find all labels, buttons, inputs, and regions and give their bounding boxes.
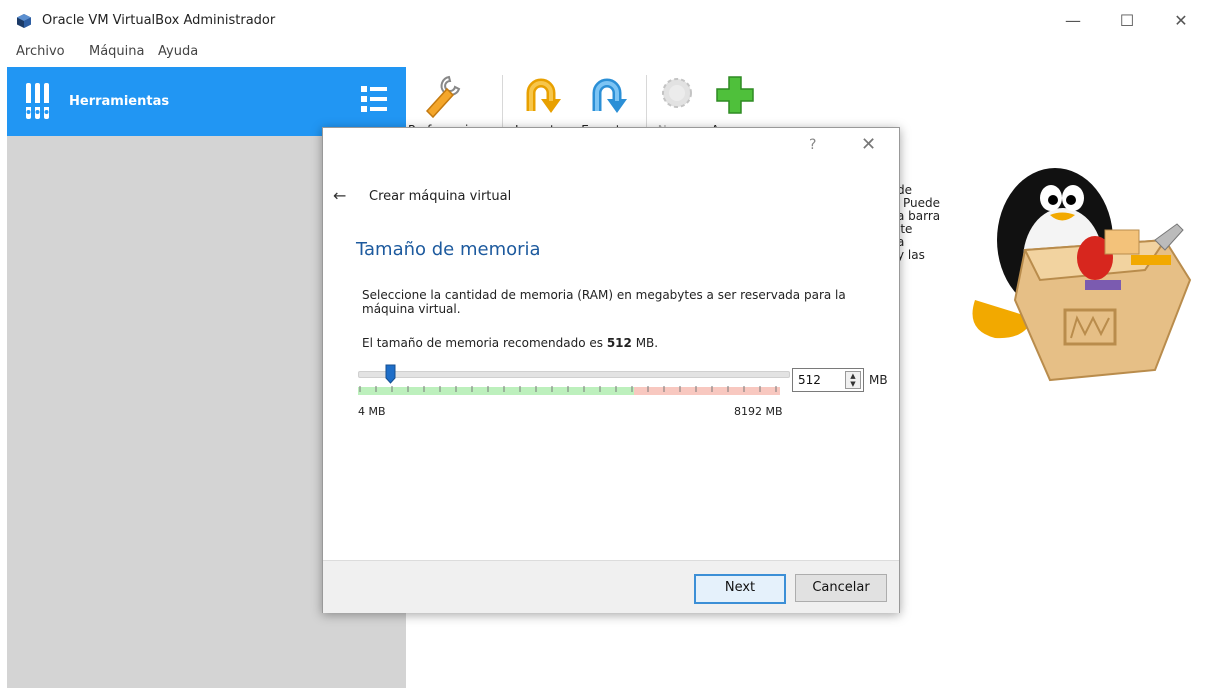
dialog-header: Crear máquina virtual — [369, 189, 512, 204]
memory-unit-label: MB — [869, 373, 888, 387]
import-button[interactable]: Importar — [506, 71, 576, 137]
recommended-prefix: El tamaño de memoria recomendado es — [362, 336, 607, 350]
slider-min-label: 4 MB — [358, 405, 386, 418]
slider-track[interactable] — [358, 371, 790, 378]
maximize-button[interactable]: ☐ — [1104, 6, 1150, 36]
menu-ayuda[interactable]: Ayuda — [158, 44, 198, 59]
import-icon — [526, 78, 561, 113]
spin-arrows[interactable]: ▲ ▼ — [845, 371, 861, 389]
close-window-button[interactable]: ✕ — [1158, 6, 1204, 36]
toolbar: Preferencias Importar Exportar Nueva Agr… — [406, 67, 906, 137]
page-title: Tamaño de memoria — [356, 239, 541, 260]
next-button[interactable]: Next — [694, 574, 786, 604]
welcome-text-line: y las — [897, 248, 925, 262]
minimize-button[interactable]: — — [1050, 6, 1096, 36]
title-bar: Oracle VM VirtualBox Administrador — ☐ ✕ — [0, 0, 1209, 42]
wrench-icon — [425, 75, 461, 119]
slider-handle[interactable] — [385, 364, 396, 384]
recommended-value: 512 — [606, 336, 632, 350]
dialog-footer: Next Cancelar — [323, 560, 899, 613]
back-arrow-icon[interactable]: ← — [333, 186, 346, 205]
description-text: Seleccione la cantidad de memoria (RAM) … — [362, 288, 846, 316]
add-plus-icon — [716, 76, 754, 114]
slider-ticks — [359, 386, 777, 392]
export-button[interactable]: Exportar — [572, 71, 642, 137]
dialog-close-button[interactable]: ✕ — [861, 134, 876, 155]
export-icon — [592, 78, 627, 113]
tools-label: Herramientas — [69, 94, 170, 109]
tools-icon — [26, 83, 49, 119]
add-button[interactable]: Agregar — [700, 71, 770, 137]
menu-archivo[interactable]: Archivo — [16, 44, 65, 59]
recommended-suffix: MB. — [631, 336, 659, 350]
sidebar-item-tools[interactable]: Herramientas — [7, 67, 406, 136]
cancel-button[interactable]: Cancelar — [795, 574, 887, 602]
memory-slider[interactable] — [358, 364, 790, 398]
preferences-button[interactable]: Preferencias — [408, 71, 482, 137]
toolbar-separator — [502, 75, 503, 131]
slider-max-label: 8192 MB — [734, 405, 783, 418]
memory-value[interactable]: 512 — [798, 373, 821, 387]
new-gear-icon — [662, 78, 692, 108]
list-menu-icon[interactable] — [359, 82, 389, 116]
recommended-memory-text: El tamaño de memoria recomendado es 512 … — [362, 336, 658, 350]
create-vm-dialog: ? ✕ ← Crear máquina virtual Tamaño de me… — [322, 127, 900, 613]
penguin-toolbox-illustration — [972, 168, 1192, 382]
menu-maquina[interactable]: Máquina — [89, 44, 145, 59]
help-button[interactable]: ? — [809, 137, 816, 153]
virtualbox-icon — [17, 14, 31, 28]
memory-spinbox[interactable]: 512 ▲ ▼ — [792, 368, 864, 392]
window-title: Oracle VM VirtualBox Administrador — [42, 13, 276, 28]
welcome-text: de Puede a barra ite a y las — [897, 184, 940, 262]
